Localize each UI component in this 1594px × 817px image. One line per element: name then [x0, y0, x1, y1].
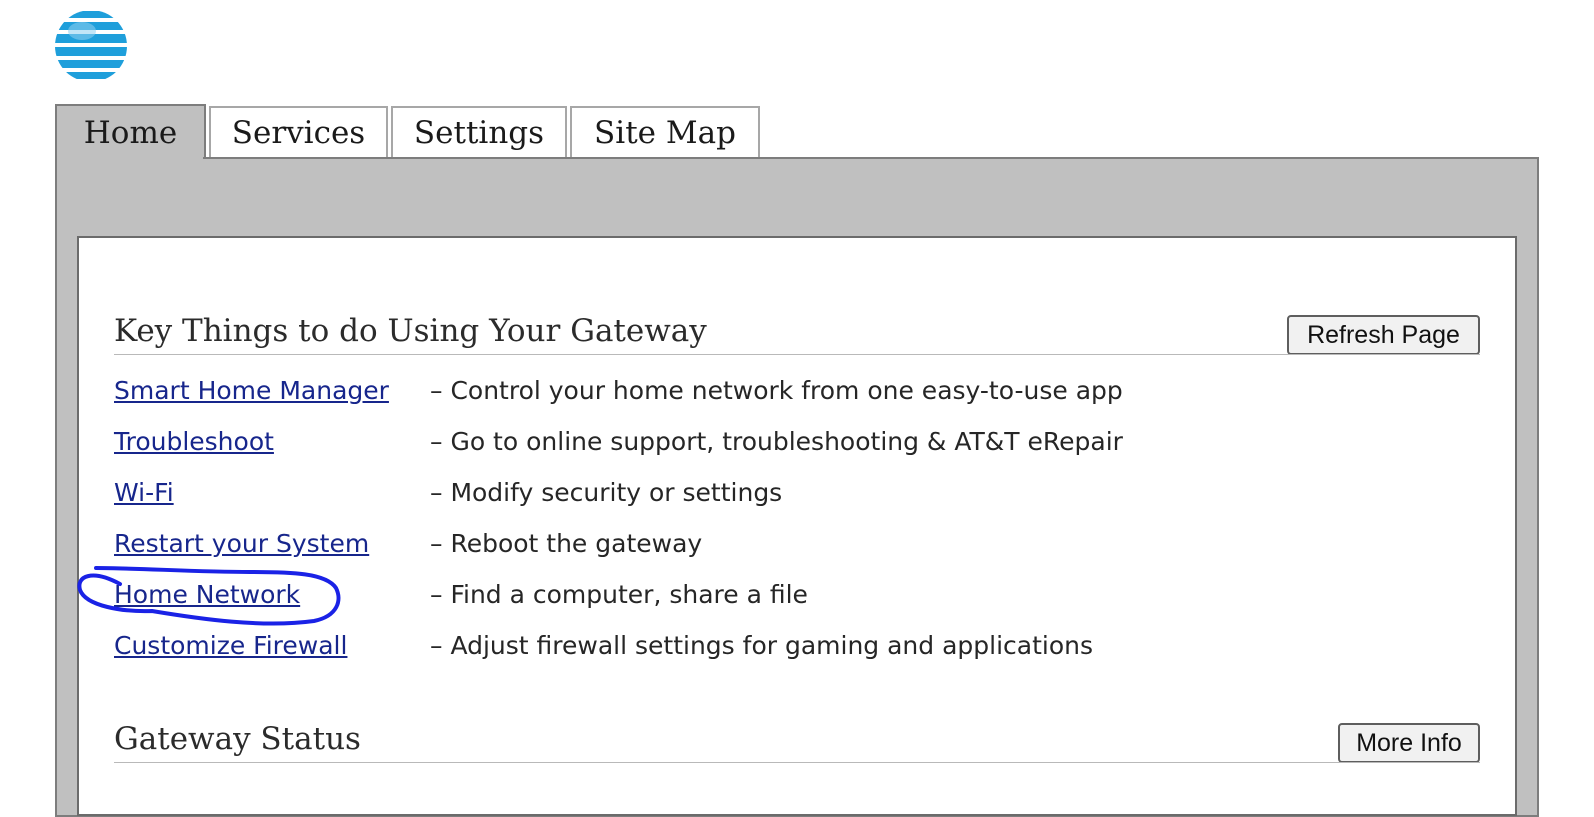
- list-item: Home Network – Find a computer, share a …: [0, 580, 1594, 620]
- home-network-link[interactable]: Home Network: [114, 580, 300, 609]
- att-globe-icon: [55, 10, 127, 82]
- item-description: – Go to online support, troubleshooting …: [430, 427, 1123, 456]
- key-things-title: Key Things to do Using Your Gateway: [114, 313, 707, 349]
- list-item: Wi-Fi – Modify security or settings: [0, 478, 1594, 518]
- more-info-button[interactable]: More Info: [1338, 723, 1480, 763]
- item-description: – Modify security or settings: [430, 478, 783, 507]
- troubleshoot-link[interactable]: Troubleshoot: [114, 427, 274, 456]
- tab-home[interactable]: Home: [55, 104, 206, 160]
- gateway-status-title: Gateway Status: [114, 721, 361, 757]
- item-description: – Control your home network from one eas…: [430, 376, 1123, 405]
- item-description: – Reboot the gateway: [430, 529, 703, 558]
- list-item: Smart Home Manager – Control your home n…: [0, 376, 1594, 416]
- tab-services[interactable]: Services: [209, 106, 388, 158]
- list-item: Restart your System – Reboot the gateway: [0, 529, 1594, 569]
- customize-firewall-link[interactable]: Customize Firewall: [114, 631, 347, 660]
- tab-settings[interactable]: Settings: [391, 106, 567, 158]
- restart-system-link[interactable]: Restart your System: [114, 529, 369, 558]
- tab-site-map[interactable]: Site Map: [570, 106, 760, 158]
- key-things-divider: [114, 354, 1480, 355]
- tab-baseline-divider: [203, 157, 1539, 159]
- refresh-page-button[interactable]: Refresh Page: [1287, 315, 1480, 355]
- gateway-status-divider: [114, 762, 1480, 763]
- item-description: – Find a computer, share a file: [430, 580, 808, 609]
- wifi-link[interactable]: Wi-Fi: [114, 478, 174, 507]
- list-item: Troubleshoot – Go to online support, tro…: [0, 427, 1594, 467]
- list-item: Customize Firewall – Adjust firewall set…: [0, 631, 1594, 671]
- item-description: – Adjust firewall settings for gaming an…: [430, 631, 1094, 660]
- smart-home-manager-link[interactable]: Smart Home Manager: [114, 376, 389, 405]
